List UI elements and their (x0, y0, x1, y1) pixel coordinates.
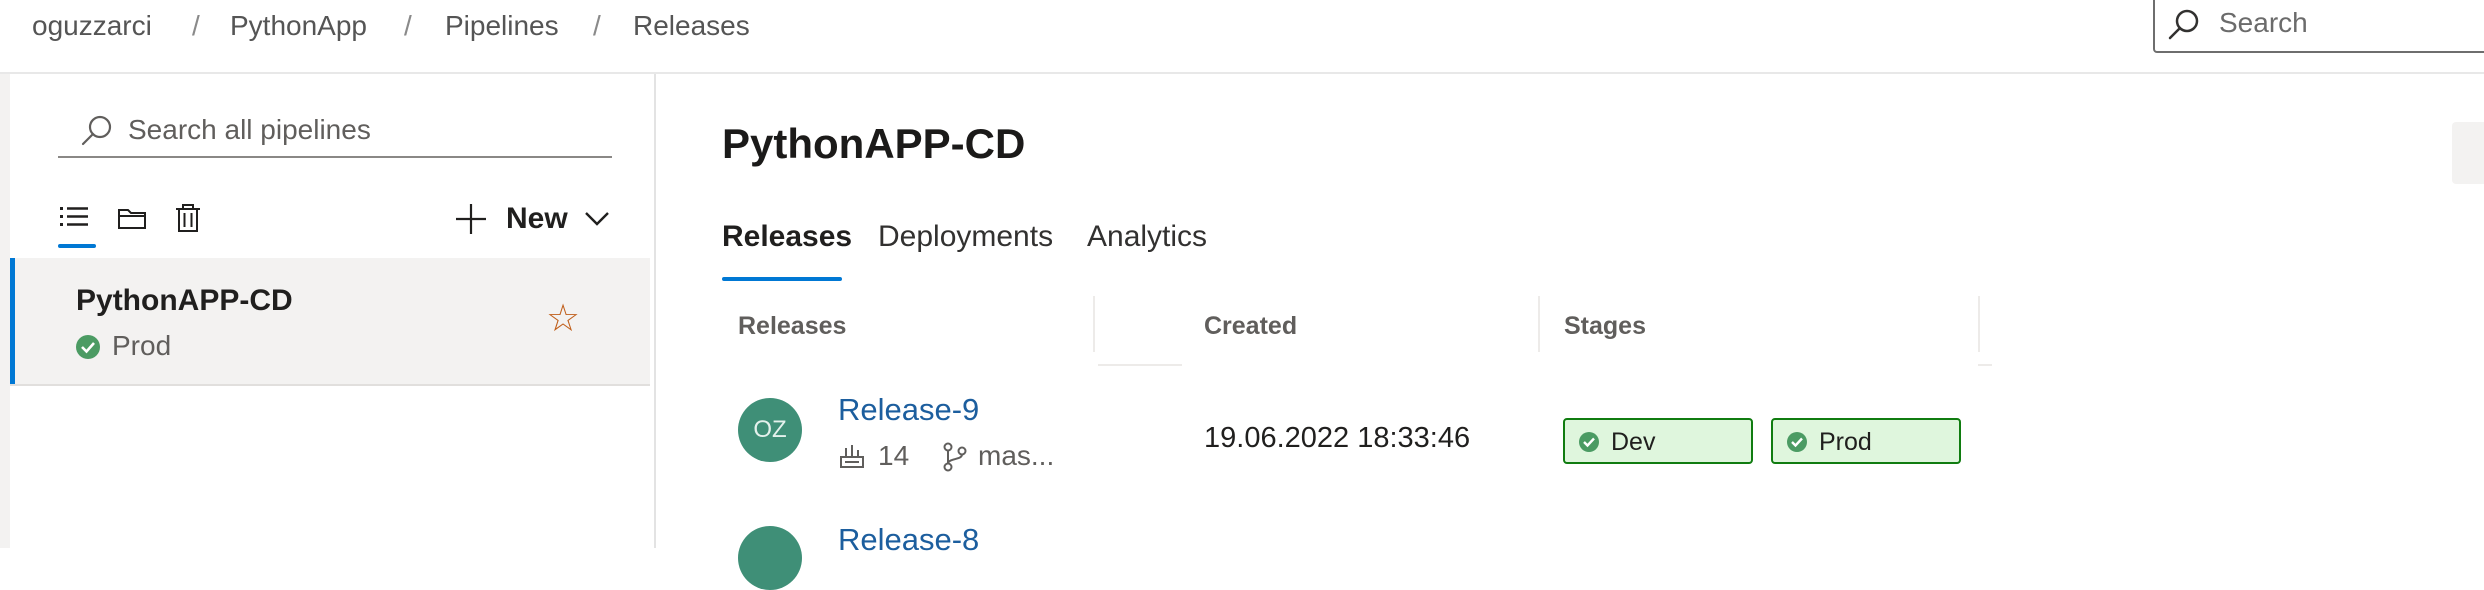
success-check-icon (1579, 432, 1599, 452)
pipeline-search-placeholder: Search all pipelines (128, 114, 371, 145)
pipelines-pane: Search all pipelines New PythonAPP-CD Pr… (10, 74, 656, 548)
column-header-stages[interactable]: Stages (1564, 312, 1646, 341)
search-icon (2168, 9, 2199, 40)
release-link[interactable]: Release-9 (838, 392, 979, 428)
avatar: OZ (738, 398, 802, 462)
breadcrumb-pipelines[interactable]: Pipelines (445, 10, 559, 42)
pipeline-status-label: Prod (112, 330, 172, 361)
column-header-created[interactable]: Created (1204, 312, 1297, 341)
list-view-indicator (58, 244, 96, 248)
top-search-placeholder: Search (2219, 7, 2308, 38)
avatar (738, 526, 802, 590)
active-tab-indicator (722, 277, 842, 281)
tab-analytics[interactable]: Analytics (1087, 220, 1207, 254)
stage-badge-dev[interactable]: Dev (1563, 418, 1753, 464)
breadcrumb-separator: / (192, 10, 200, 41)
chevron-down-icon (585, 212, 609, 226)
column-header-releases[interactable]: Releases (738, 312, 846, 341)
column-separator[interactable] (1978, 296, 1980, 352)
stage-name: Dev (1611, 428, 1656, 456)
release-link[interactable]: Release-8 (838, 522, 979, 558)
header-divider (1098, 364, 1182, 366)
page-title: PythonAPP-CD (722, 120, 1026, 167)
success-check-icon (1787, 432, 1807, 452)
breadcrumb-org[interactable]: oguzzarci (32, 10, 152, 42)
trash-icon[interactable] (172, 202, 204, 234)
pipeline-status: Prod (76, 330, 171, 362)
top-search-input[interactable]: Search (2153, 0, 2484, 53)
tab-releases[interactable]: Releases (722, 220, 852, 254)
branch-icon (943, 442, 967, 472)
search-icon (81, 115, 112, 146)
breadcrumb-project[interactable]: PythonApp (230, 10, 367, 42)
breadcrumb-separator: / (593, 10, 601, 41)
pipeline-list-item[interactable]: PythonAPP-CD Prod ☆ (10, 258, 650, 386)
favorite-star-icon[interactable]: ☆ (546, 300, 580, 338)
header-divider (1978, 364, 1992, 366)
breadcrumb-separator: / (404, 10, 412, 41)
breadcrumb-releases[interactable]: Releases (633, 10, 750, 42)
build-icon (840, 445, 864, 468)
stage-badge-prod[interactable]: Prod (1771, 418, 1961, 464)
column-separator[interactable] (1538, 296, 1540, 352)
top-bar: oguzzarci / PythonApp / Pipelines / Rele… (0, 0, 2484, 74)
left-edge (0, 74, 10, 548)
pipeline-search-input[interactable]: Search all pipelines (58, 102, 612, 158)
list-view-icon[interactable] (58, 202, 90, 234)
new-button-label: New (506, 202, 568, 235)
side-panel-toggle[interactable] (2452, 122, 2484, 184)
pipeline-name: PythonAPP-CD (76, 284, 293, 317)
folder-view-icon[interactable] (116, 202, 148, 234)
created-date: 19.06.2022 18:33:46 (1204, 422, 1471, 454)
build-number: 14 (878, 440, 910, 471)
branch-name[interactable]: mas... (978, 440, 1054, 472)
column-separator[interactable] (1093, 296, 1095, 352)
tab-deployments[interactable]: Deployments (878, 220, 1053, 254)
selected-indicator (10, 258, 15, 384)
release-pipeline-view: PythonAPP-CD Releases Deployments Analyt… (656, 74, 2484, 590)
success-check-icon (76, 335, 100, 359)
plus-icon (456, 204, 486, 234)
stage-name: Prod (1819, 428, 1872, 456)
